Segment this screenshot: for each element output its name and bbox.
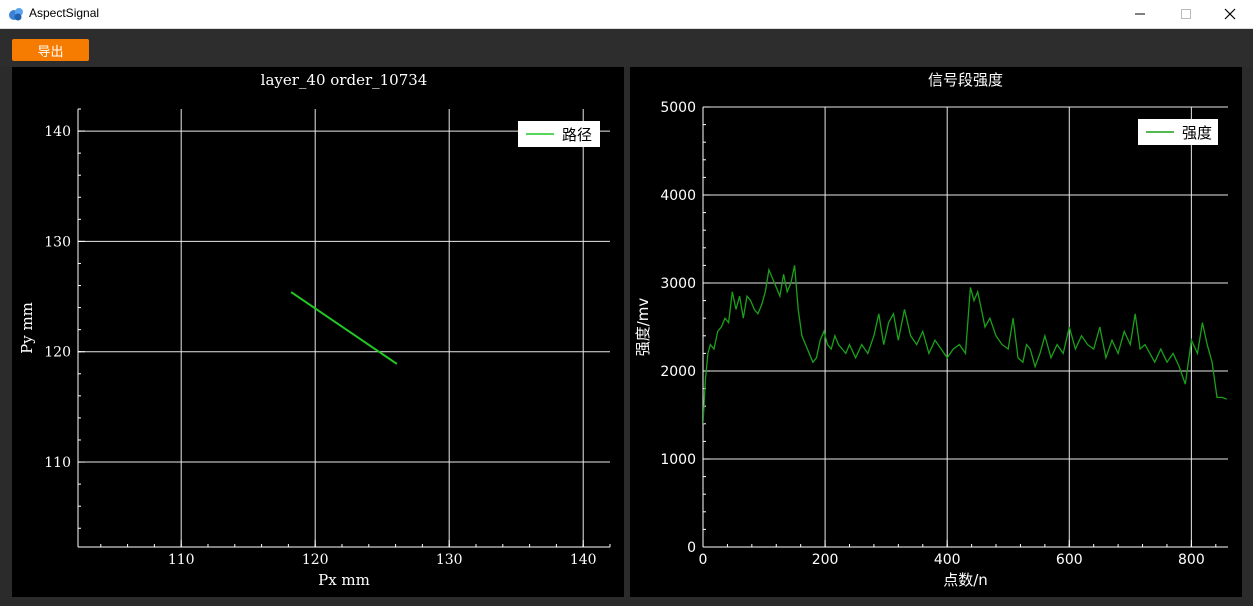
x-tick-label: 800: [1178, 552, 1205, 568]
title-bar: AspectSignal: [0, 0, 1253, 29]
x-tick-label: 130: [436, 552, 463, 568]
path-chart-panel: layer_40 order_10734 110 120 130 140 110 120 13…: [12, 67, 624, 597]
x-tick-label: 0: [699, 552, 708, 568]
y-axis-label: Py mm: [18, 302, 36, 354]
x-tick-label: 110: [168, 552, 195, 568]
maximize-button[interactable]: [1163, 0, 1209, 28]
x-tick-label: 600: [1056, 552, 1083, 568]
x-tick-label: 200: [812, 552, 839, 568]
y-tick-label: 0: [687, 540, 696, 556]
series-line: [703, 265, 1228, 424]
x-tick-label: 140: [570, 552, 597, 568]
y-tick-label: 4000: [660, 188, 696, 204]
y-tick-label: 2000: [660, 364, 696, 380]
y-tick-label: 130: [44, 234, 71, 250]
x-axis-label: Px mm: [318, 571, 370, 589]
path-chart: layer_40 order_10734 110 120 130 140 110 120 13…: [18, 71, 611, 589]
close-button[interactable]: [1207, 0, 1253, 28]
legend-label: 强度: [1182, 124, 1212, 142]
x-tick-label: 120: [302, 552, 329, 568]
minimize-button[interactable]: [1117, 0, 1163, 28]
legend-label: 路径: [562, 126, 592, 144]
y-tick-label: 140: [44, 124, 71, 140]
toolbar: 导出: [0, 29, 1253, 67]
y-tick-label: 120: [44, 345, 71, 361]
export-button[interactable]: 导出: [12, 39, 89, 61]
intensity-chart-panel: 信号段强度 0 200 400 600 800 0 1000 2000 3000 4000 5000 点…: [630, 67, 1242, 597]
chart-title: layer_40 order_10734: [261, 71, 428, 89]
x-axis-label: 点数/n: [943, 571, 988, 589]
series-line: [290, 291, 398, 365]
close-icon: [1224, 8, 1236, 20]
y-tick-label: 110: [44, 455, 71, 471]
maximize-icon: [1181, 9, 1191, 19]
y-tick-label: 5000: [660, 100, 696, 116]
y-axis-label: 强度/mv: [634, 298, 652, 357]
intensity-chart: 信号段强度 0 200 400 600 800 0 1000 2000 3000 4000 5000 点…: [634, 71, 1228, 589]
x-tick-label: 400: [934, 552, 961, 568]
window-title: AspectSignal: [29, 6, 100, 20]
app-logo-icon: [9, 8, 23, 21]
y-tick-label: 3000: [660, 276, 696, 292]
chart-title: 信号段强度: [928, 71, 1003, 89]
y-tick-label: 1000: [660, 452, 696, 468]
minimize-icon: [1135, 13, 1145, 15]
